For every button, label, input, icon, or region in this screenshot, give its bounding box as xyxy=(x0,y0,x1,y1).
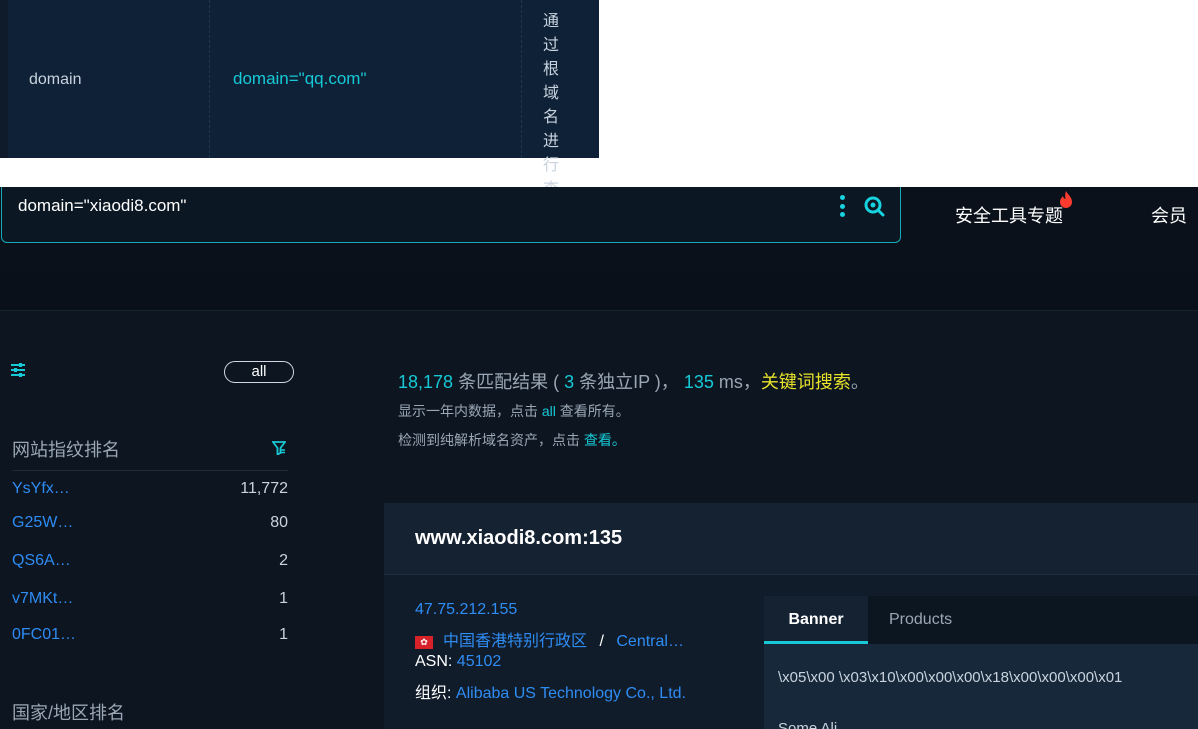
hong-kong-flag-icon: ✿ xyxy=(415,636,433,649)
asn-value-link[interactable]: 45102 xyxy=(457,653,502,670)
result-tabs: Banner Products xyxy=(764,596,1198,644)
fingerprint-count: 11,772 xyxy=(240,480,288,497)
banner-content: \x05\x00 \x03\x10\x00\x00\x00\x18\x00\x0… xyxy=(764,644,1198,729)
query-time: 135 xyxy=(683,372,714,392)
nav-member[interactable]: 会员 xyxy=(1151,202,1187,228)
fingerprint-count: 1 xyxy=(279,626,288,643)
syntax-doc-table: domain domain="qq.com" 通过根域名进行查询 xyxy=(0,0,599,222)
column-divider xyxy=(521,0,522,158)
nav-security-tools[interactable]: 安全工具专题 xyxy=(955,202,1063,228)
column-divider xyxy=(209,0,210,158)
fire-icon xyxy=(1060,191,1072,208)
top-bar: domain="xiaodi8.com" 安全工具专题 会员 xyxy=(0,187,1198,271)
search-app: domain="xiaodi8.com" 安全工具专题 会员 all 网站指纹排… xyxy=(0,187,1198,729)
fingerprint-name[interactable]: G25W… xyxy=(12,514,73,532)
resolve-only-notice: 检测到纯解析域名资产，点击 查看。 xyxy=(398,430,626,450)
org-value-link[interactable]: Alibaba US Technology Co., Ltd. xyxy=(456,685,686,702)
notice-suffix: 查看所有。 xyxy=(559,403,630,419)
fingerprint-name[interactable]: YsYfx… xyxy=(12,480,70,498)
fingerprint-item[interactable]: G25W… 80 xyxy=(12,514,288,540)
tab-banner[interactable]: Banner xyxy=(764,596,868,644)
fingerprint-name[interactable]: v7MKt… xyxy=(12,590,73,608)
unique-ip-suffix: 条独立IP )， xyxy=(579,372,679,392)
fingerprint-name[interactable]: QS6A… xyxy=(12,552,71,570)
result-location: ✿ 中国香港特别行政区 / Central… xyxy=(415,627,684,651)
filter-settings-icon[interactable] xyxy=(10,362,26,378)
tab-products[interactable]: Products xyxy=(889,596,952,644)
banner-text: \x05\x00 \x03\x10\x00\x00\x00\x18\x00\x0… xyxy=(778,669,1123,686)
result-org: 组织: Alibaba US Technology Co., Ltd. xyxy=(415,679,686,703)
summary-end: 。 xyxy=(850,372,869,392)
fingerprint-item[interactable]: 0FC01… 1 xyxy=(12,626,288,652)
region-link[interactable]: 中国香港特别行政区 xyxy=(443,633,587,650)
all-data-toggle[interactable]: all xyxy=(224,361,294,383)
fingerprint-item[interactable]: QS6A… 2 xyxy=(12,552,288,578)
doc-example-query: domain="qq.com" xyxy=(233,69,367,88)
fingerprint-name[interactable]: 0FC01… xyxy=(12,626,76,644)
search-box[interactable]: domain="xiaodi8.com" xyxy=(1,187,901,243)
unique-ip-count: 3 xyxy=(564,372,575,392)
fingerprint-count: 1 xyxy=(279,590,288,607)
results-summary: 18,178 条匹配结果 ( 3 条独立IP )， 135 ms，关键词搜索。 xyxy=(398,368,869,394)
fingerprint-item[interactable]: YsYfx… 11,772 xyxy=(12,480,288,506)
banner-more-text: Some Ali... xyxy=(778,720,850,729)
city-link[interactable]: Central… xyxy=(616,633,684,650)
total-suffix: 条匹配结果 ( xyxy=(458,372,560,392)
result-ip-link[interactable]: 47.75.212.155 xyxy=(415,601,517,619)
fingerprint-rank-title: 网站指纹排名 xyxy=(12,440,120,460)
toolbar-band xyxy=(0,271,1198,311)
funnel-filter-icon[interactable] xyxy=(272,441,286,455)
view-all-link[interactable]: all xyxy=(542,403,556,419)
location-separator: / xyxy=(599,633,604,650)
total-count: 18,178 xyxy=(398,372,454,392)
keyword-search-link[interactable]: 关键词搜索 xyxy=(761,372,851,392)
fingerprint-count: 2 xyxy=(279,552,288,569)
org-label: 组织: xyxy=(415,685,452,702)
asn-label: ASN: xyxy=(415,653,453,670)
more-options-icon[interactable] xyxy=(838,195,846,217)
time-suffix: ms， xyxy=(718,372,761,392)
country-rank-title: 国家/地区排名 xyxy=(12,703,126,723)
rank-divider xyxy=(12,470,288,471)
search-icon[interactable] xyxy=(863,195,885,217)
result-host-link[interactable]: www.xiaodi8.com:135 xyxy=(415,527,622,550)
fingerprint-count: 80 xyxy=(270,514,288,531)
fingerprint-item[interactable]: v7MKt… 1 xyxy=(12,590,288,616)
resolve-prefix: 检测到纯解析域名资产，点击 xyxy=(398,432,580,448)
result-asn: ASN: 45102 xyxy=(415,653,501,671)
one-year-notice: 显示一年内数据，点击 all 查看所有。 xyxy=(398,401,630,421)
result-card-header: www.xiaodi8.com:135 xyxy=(384,503,1198,575)
search-input[interactable]: domain="xiaodi8.com" xyxy=(18,196,186,216)
notice-prefix: 显示一年内数据，点击 xyxy=(398,403,538,419)
view-resolve-link[interactable]: 查看。 xyxy=(584,432,626,448)
result-card: www.xiaodi8.com:135 47.75.212.155 ✿ 中国香港特… xyxy=(384,503,1198,729)
doc-field-name: domain xyxy=(29,71,82,88)
